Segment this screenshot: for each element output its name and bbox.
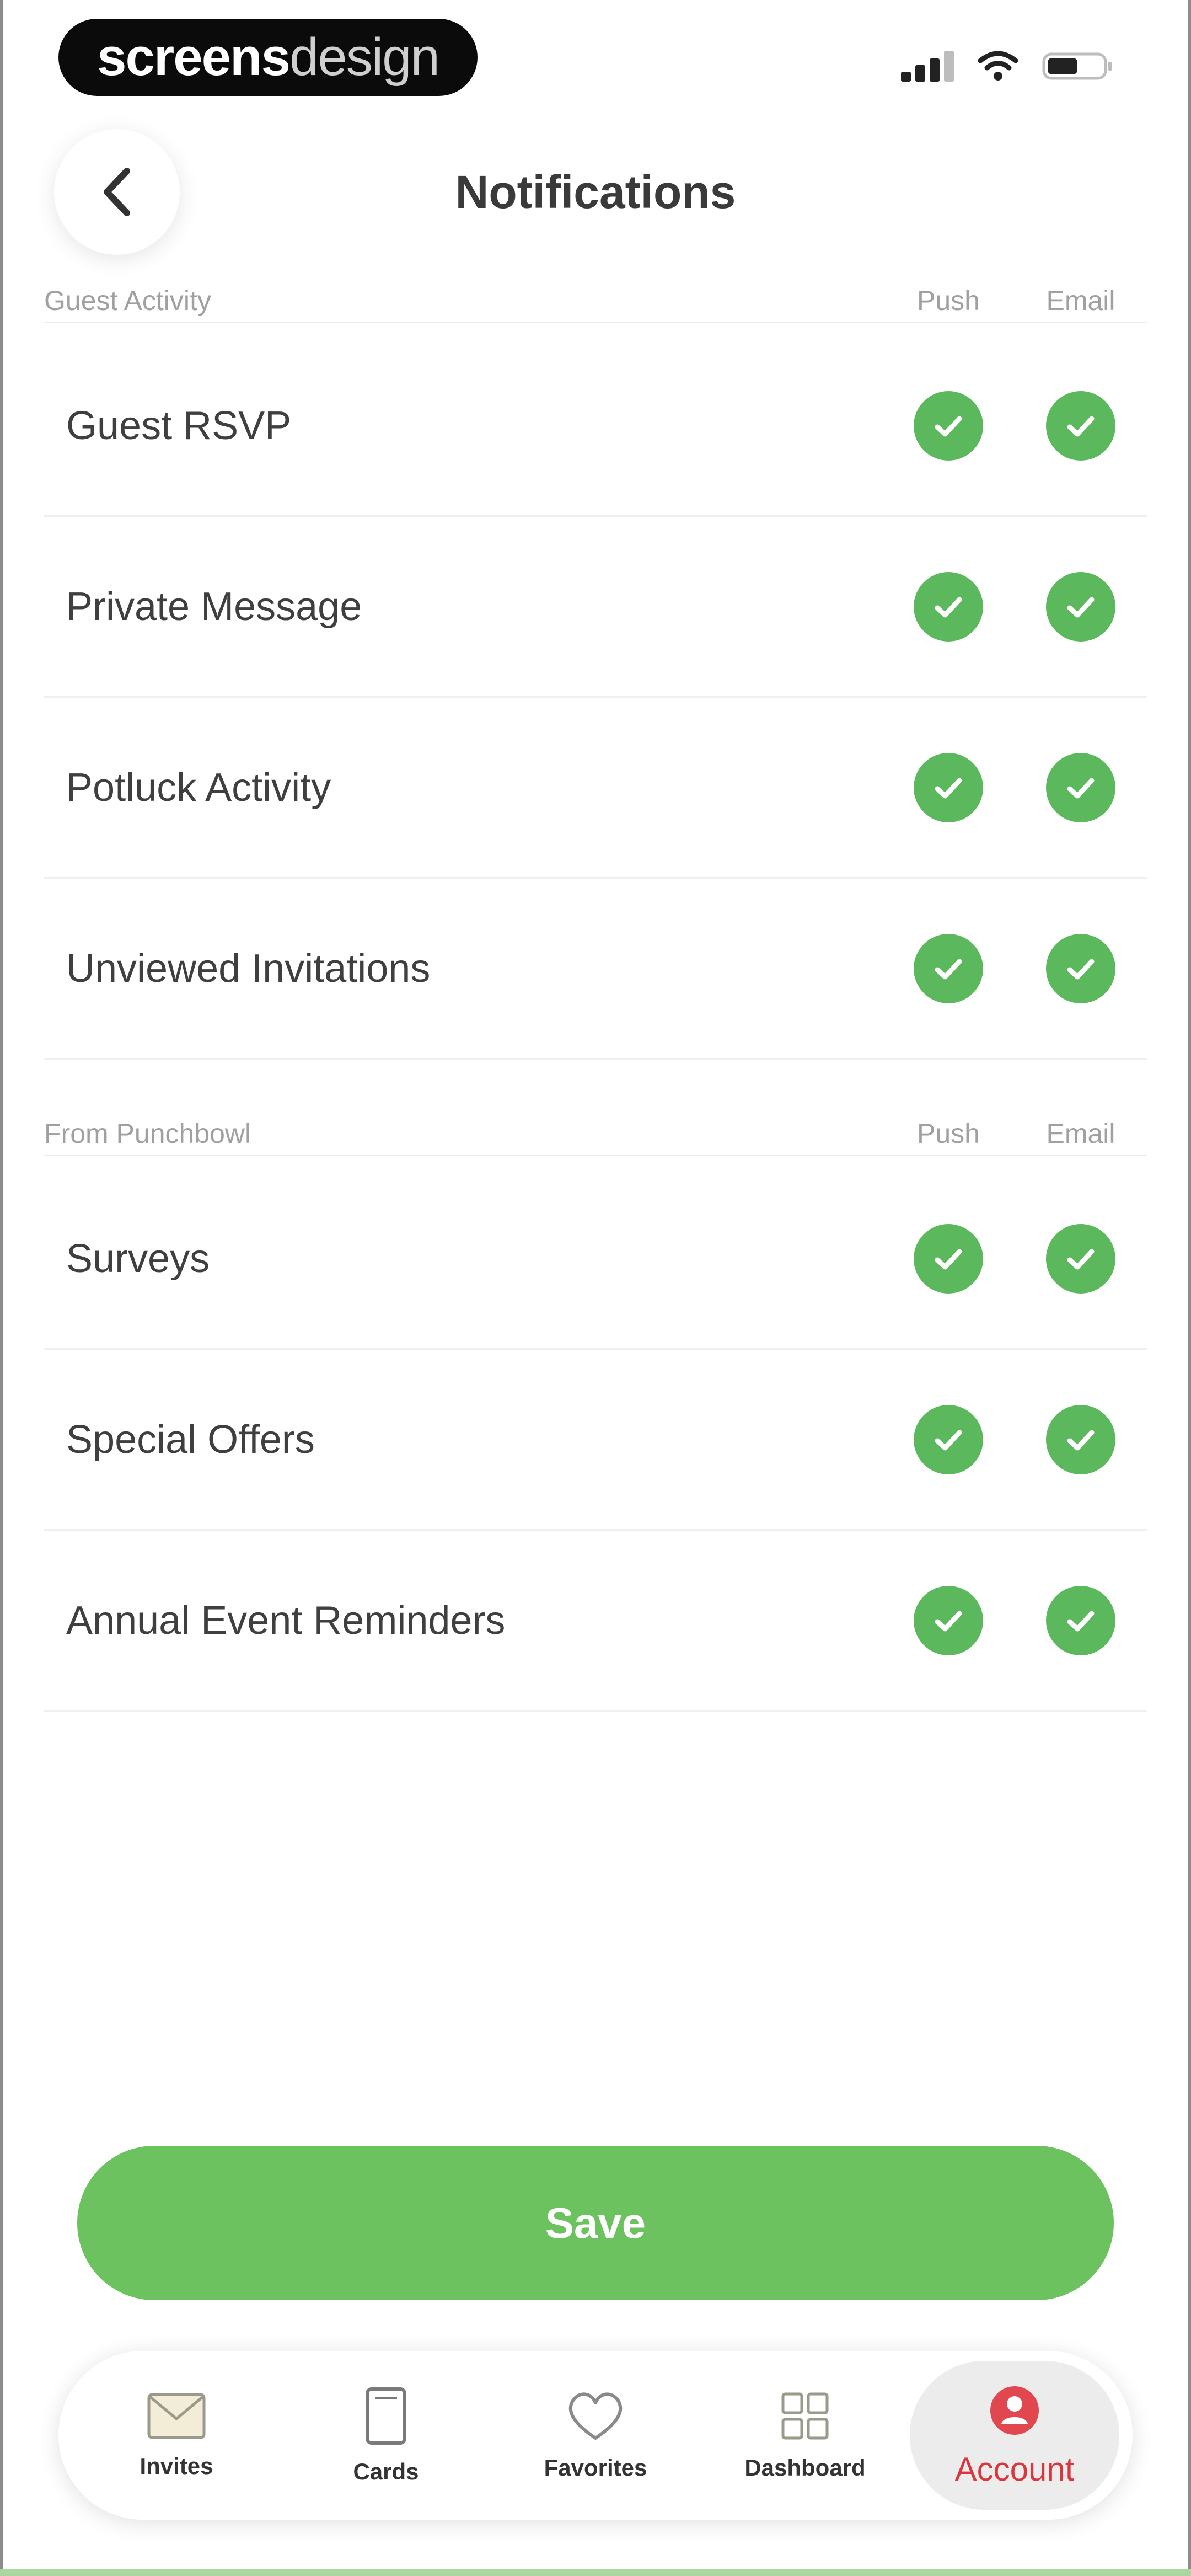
- device-frame-bottom: [0, 2569, 1191, 2576]
- column-label-push: Push: [917, 1118, 980, 1149]
- push-checkbox[interactable]: [914, 753, 983, 822]
- tab-dashboard[interactable]: Dashboard: [700, 2361, 910, 2510]
- email-checkbox[interactable]: [1046, 1224, 1115, 1294]
- signal-icon: [901, 51, 954, 82]
- brand-text-light: design: [289, 28, 440, 87]
- checkmark-icon: [1067, 1611, 1095, 1632]
- column-label-email: Email: [1046, 285, 1115, 316]
- device-frame-left: [0, 0, 3, 2576]
- checkmark-icon: [935, 1611, 962, 1632]
- checkmark-icon: [935, 959, 962, 980]
- push-checkbox[interactable]: [914, 1224, 983, 1294]
- bottom-tab-bar: Invites Cards Favorites Dashboard Accoun…: [58, 2351, 1133, 2520]
- section-label: From Punchbowl: [44, 1118, 251, 1149]
- checkmark-icon: [1067, 1430, 1095, 1451]
- tab-label: Favorites: [544, 2455, 647, 2481]
- row-label: Special Offers: [66, 1418, 315, 1462]
- email-checkbox[interactable]: [1046, 934, 1115, 1003]
- grid-icon: [781, 2392, 829, 2440]
- row-label: Surveys: [66, 1237, 210, 1281]
- brand-text-strong: screens: [97, 28, 291, 87]
- page-title: Notifications: [455, 166, 736, 218]
- tab-favorites[interactable]: Favorites: [491, 2361, 700, 2510]
- tab-cards[interactable]: Cards: [281, 2361, 491, 2510]
- tab-label: Account: [954, 2450, 1075, 2488]
- account-icon: [990, 2386, 1039, 2435]
- tab-label: Dashboard: [744, 2455, 866, 2481]
- checkmark-icon: [935, 597, 962, 618]
- notification-row-special-offers: Special Offers: [44, 1350, 1147, 1531]
- checkmark-icon: [1067, 416, 1095, 437]
- row-label: Private Message: [66, 585, 362, 629]
- heart-icon: [568, 2392, 623, 2440]
- checkmark-icon: [935, 416, 962, 437]
- notification-row-unviewed-invitations: Unviewed Invitations: [44, 879, 1147, 1060]
- checkmark-icon: [935, 1249, 962, 1270]
- checkmark-icon: [1067, 959, 1095, 980]
- row-label: Potluck Activity: [66, 766, 331, 810]
- email-checkbox[interactable]: [1046, 1586, 1115, 1655]
- checkmark-icon: [1067, 1249, 1095, 1270]
- email-checkbox[interactable]: [1046, 391, 1115, 461]
- status-icons: [901, 51, 1114, 82]
- notification-row-annual-event-reminders: Annual Event Reminders: [44, 1531, 1147, 1712]
- section-header-guest-activity: Guest Activity Push Email: [44, 279, 1147, 323]
- tab-label: Cards: [353, 2459, 419, 2484]
- save-button[interactable]: Save: [77, 2146, 1114, 2300]
- brand-watermark: screensdesign: [58, 19, 478, 96]
- battery-icon: [1042, 51, 1114, 82]
- section-header-from-punchbowl: From Punchbowl Push Email: [44, 1112, 1147, 1156]
- tab-label: Invites: [140, 2453, 213, 2479]
- email-checkbox[interactable]: [1046, 753, 1115, 822]
- row-label: Guest RSVP: [66, 404, 292, 448]
- checkmark-icon: [935, 778, 962, 799]
- save-button-label: Save: [545, 2198, 646, 2247]
- column-label-push: Push: [917, 285, 980, 316]
- notification-row-guest-rsvp: Guest RSVP: [44, 336, 1147, 517]
- wifi-icon: [978, 51, 1018, 82]
- notification-row-private-message: Private Message: [44, 517, 1147, 698]
- envelope-icon: [147, 2393, 206, 2439]
- push-checkbox[interactable]: [914, 1405, 983, 1474]
- row-label: Unviewed Invitations: [66, 947, 431, 991]
- device-frame-right: [1188, 0, 1191, 2576]
- checkmark-icon: [1067, 778, 1095, 799]
- card-icon: [366, 2387, 406, 2445]
- checkmark-icon: [1067, 597, 1095, 618]
- push-checkbox[interactable]: [914, 1586, 983, 1655]
- row-label: Annual Event Reminders: [66, 1599, 506, 1643]
- tab-account[interactable]: Account: [910, 2361, 1119, 2510]
- push-checkbox[interactable]: [914, 934, 983, 1003]
- push-checkbox[interactable]: [914, 391, 983, 461]
- email-checkbox[interactable]: [1046, 1405, 1115, 1474]
- checkmark-icon: [935, 1430, 962, 1451]
- column-label-email: Email: [1046, 1118, 1115, 1149]
- tab-invites[interactable]: Invites: [72, 2361, 281, 2510]
- notification-row-potluck-activity: Potluck Activity: [44, 698, 1147, 879]
- section-label: Guest Activity: [44, 285, 211, 316]
- notification-row-surveys: Surveys: [44, 1169, 1147, 1350]
- push-checkbox[interactable]: [914, 572, 983, 642]
- email-checkbox[interactable]: [1046, 572, 1115, 642]
